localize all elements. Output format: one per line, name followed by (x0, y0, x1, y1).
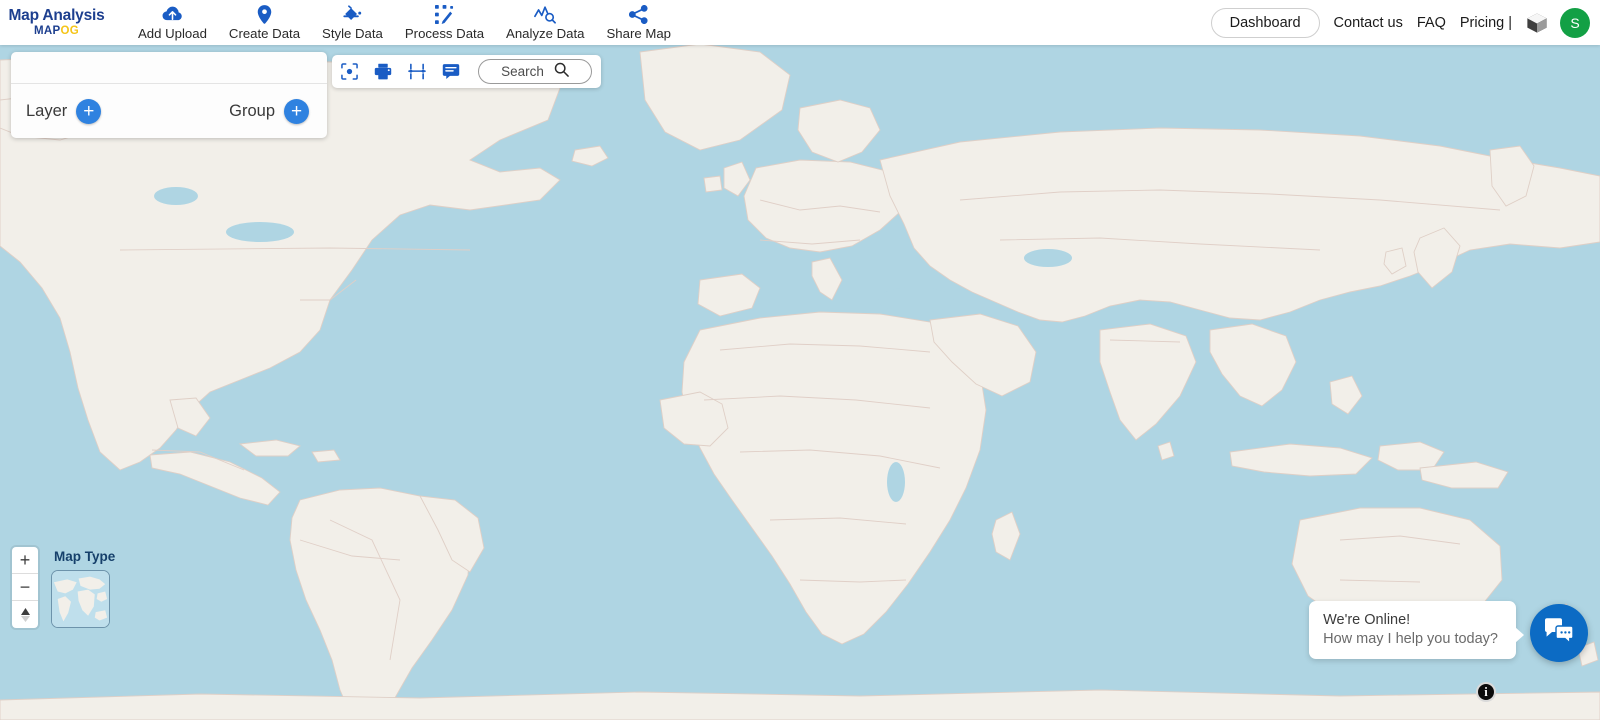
nav-item-add-upload[interactable]: Add Upload (127, 4, 218, 41)
map-type-thumbnail[interactable] (51, 570, 110, 628)
map-application: Map Analysis MAPOG Add Upload Create Dat… (0, 0, 1600, 720)
print-icon[interactable] (374, 63, 392, 80)
search-input[interactable]: Search (478, 59, 592, 84)
nav-link-contact-us[interactable]: Contact us (1334, 15, 1403, 31)
user-avatar[interactable]: S (1560, 7, 1590, 38)
process-nodes-icon (434, 4, 454, 24)
cube-3d-icon[interactable] (1526, 12, 1548, 34)
zoom-in-button[interactable]: + (12, 547, 38, 574)
analyze-chart-icon (534, 4, 557, 24)
comment-icon[interactable] (442, 63, 460, 80)
chat-greeting-bubble[interactable]: We're Online! How may I help you today? (1309, 601, 1524, 659)
nav-item-label: Add Upload (138, 26, 207, 41)
map-type-switcher: Map Type (51, 549, 115, 628)
brand-logo[interactable]: Map Analysis MAPOG (0, 7, 105, 37)
nav-item-share-map[interactable]: Share Map (595, 4, 682, 41)
nav-item-label: Style Data (322, 26, 383, 41)
nav-item-create-data[interactable]: Create Data (218, 4, 311, 41)
layer-panel-body: Layer + Group + (11, 84, 327, 138)
add-group-button[interactable]: + (284, 98, 309, 124)
brand-sub-accent: OG (60, 24, 79, 37)
map-type-label: Map Type (54, 549, 116, 564)
nav-item-label: Process Data (404, 26, 485, 41)
layer-panel: Layer + Group + (11, 52, 327, 138)
dashboard-button[interactable]: Dashboard (1210, 7, 1320, 38)
add-layer-button[interactable]: + (76, 98, 102, 124)
zoom-out-button[interactable]: − (12, 574, 38, 601)
add-layer-group[interactable]: Layer + (26, 98, 102, 124)
chat-status-text: We're Online! (1323, 612, 1411, 628)
center-focus-icon[interactable] (341, 63, 358, 80)
compass-north-icon[interactable] (12, 601, 38, 628)
nav-item-process-data[interactable]: Process Data (394, 4, 495, 41)
nav-link-pricing[interactable]: Pricing | (1460, 15, 1512, 31)
map-zoom-controls: + − (12, 547, 38, 628)
chat-prompt-text: How may I help you today? (1323, 631, 1498, 647)
brand-title: Map Analysis (8, 7, 105, 25)
map-toolbar: Search (332, 55, 601, 88)
nav-item-style-data[interactable]: Style Data (311, 4, 394, 41)
brand-sub-main: MAP (34, 24, 61, 37)
brand-subtitle: MAPOG (34, 25, 79, 37)
nav-link-faq[interactable]: FAQ (1417, 15, 1446, 31)
nav-right-section: Dashboard Contact us FAQ Pricing | S (1210, 7, 1600, 38)
chat-launcher-button[interactable] (1530, 604, 1588, 662)
cloud-upload-icon (162, 4, 183, 24)
top-navigation-bar: Map Analysis MAPOG Add Upload Create Dat… (0, 0, 1600, 45)
layer-panel-header (11, 52, 327, 84)
add-group-group[interactable]: Group + (229, 98, 309, 124)
nav-items: Add Upload Create Data Style Data Proces… (127, 4, 682, 41)
group-label: Group (229, 101, 275, 120)
search-placeholder: Search (501, 64, 544, 79)
nav-item-label: Create Data (228, 26, 301, 41)
map-pin-icon (257, 4, 272, 24)
nav-item-label: Analyze Data (506, 26, 585, 41)
nav-item-analyze-data[interactable]: Analyze Data (495, 4, 595, 41)
measure-distance-icon[interactable] (408, 63, 426, 80)
paint-bucket-icon (342, 4, 362, 24)
layer-label: Layer (26, 101, 68, 120)
chat-bubbles-icon (1543, 617, 1575, 650)
map-attribution-info-button[interactable]: i (1476, 682, 1496, 702)
world-basemap-thumb (52, 571, 109, 627)
nav-item-label: Share Map (606, 26, 671, 41)
share-icon (629, 4, 648, 24)
search-icon[interactable] (554, 62, 569, 82)
